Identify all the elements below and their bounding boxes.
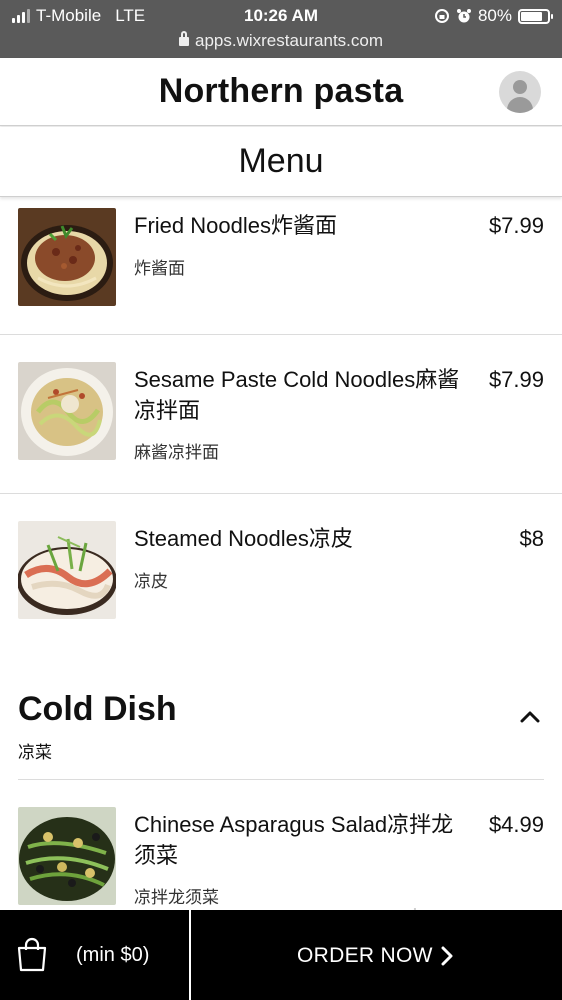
item-description: 麻酱凉拌面 xyxy=(134,443,219,462)
item-name: Sesame Paste Cold Noodles麻酱凉拌面 xyxy=(134,367,460,423)
bottom-order-bar: (min $0) ORDER NOW xyxy=(0,910,562,1000)
menu-title: Menu xyxy=(238,142,324,180)
item-price: $7.99 xyxy=(488,213,544,238)
item-name: Fried Noodles炸酱面 xyxy=(134,213,337,238)
item-price: $4.99 xyxy=(488,812,544,837)
item-price: $8 xyxy=(519,526,544,551)
chevron-up-icon[interactable] xyxy=(520,706,540,726)
divider xyxy=(0,493,562,494)
menu-item[interactable]: Fried Noodles炸酱面 $7.99 炸酱面 xyxy=(18,208,544,318)
user-avatar-icon[interactable] xyxy=(499,71,541,113)
menu-title-bar: Menu xyxy=(0,127,562,197)
order-now-button[interactable]: ORDER NOW xyxy=(191,910,562,1000)
status-icons: 80% xyxy=(434,6,553,26)
alarm-icon xyxy=(456,9,471,23)
restaurant-name: Northern pasta xyxy=(158,72,404,110)
app-header: Northern pasta xyxy=(0,58,562,126)
divider xyxy=(0,334,562,335)
chevron-right-icon xyxy=(441,946,453,966)
section-title: Cold Dish xyxy=(18,690,177,728)
min-order-label: (min $0) xyxy=(76,944,150,966)
lock-icon xyxy=(178,31,189,46)
steamed-noodles-photo xyxy=(18,521,116,619)
url-text: apps.wixrestaurants.com xyxy=(194,31,384,50)
menu-item[interactable]: Chinese Asparagus Salad凉拌龙须菜 $4.99 凉拌龙须菜 xyxy=(18,807,544,917)
item-name: Steamed Noodles凉皮 xyxy=(134,526,353,551)
sesame-noodles-photo xyxy=(18,362,116,460)
url-bar[interactable]: apps.wixrestaurants.com xyxy=(0,31,562,51)
menu-item[interactable]: Steamed Noodles凉皮 $8 凉皮 xyxy=(18,521,544,631)
item-description: 炸酱面 xyxy=(134,259,185,278)
item-name: Chinese Asparagus Salad凉拌龙须菜 xyxy=(134,812,454,868)
item-description: 凉拌龙须菜 xyxy=(134,888,219,907)
fried-noodles-photo xyxy=(18,208,116,306)
cart-button[interactable]: (min $0) xyxy=(0,910,189,1000)
menu-item[interactable]: Sesame Paste Cold Noodles麻酱凉拌面 $7.99 麻酱凉… xyxy=(18,362,544,472)
divider xyxy=(18,779,544,780)
battery-icon xyxy=(518,8,553,24)
battery-percent: 80% xyxy=(477,6,512,25)
section-subtitle: 凉菜 xyxy=(18,743,52,762)
asparagus-salad-photo xyxy=(18,807,116,905)
shopping-bag-icon xyxy=(17,937,47,972)
item-price: $7.99 xyxy=(488,367,544,392)
status-bar: T-Mobile LTE 10:26 AM 80% apps.wixrestau… xyxy=(0,0,562,58)
order-now-label: ORDER NOW xyxy=(297,944,433,967)
rotation-lock-icon xyxy=(434,9,449,23)
item-description: 凉皮 xyxy=(134,572,168,591)
